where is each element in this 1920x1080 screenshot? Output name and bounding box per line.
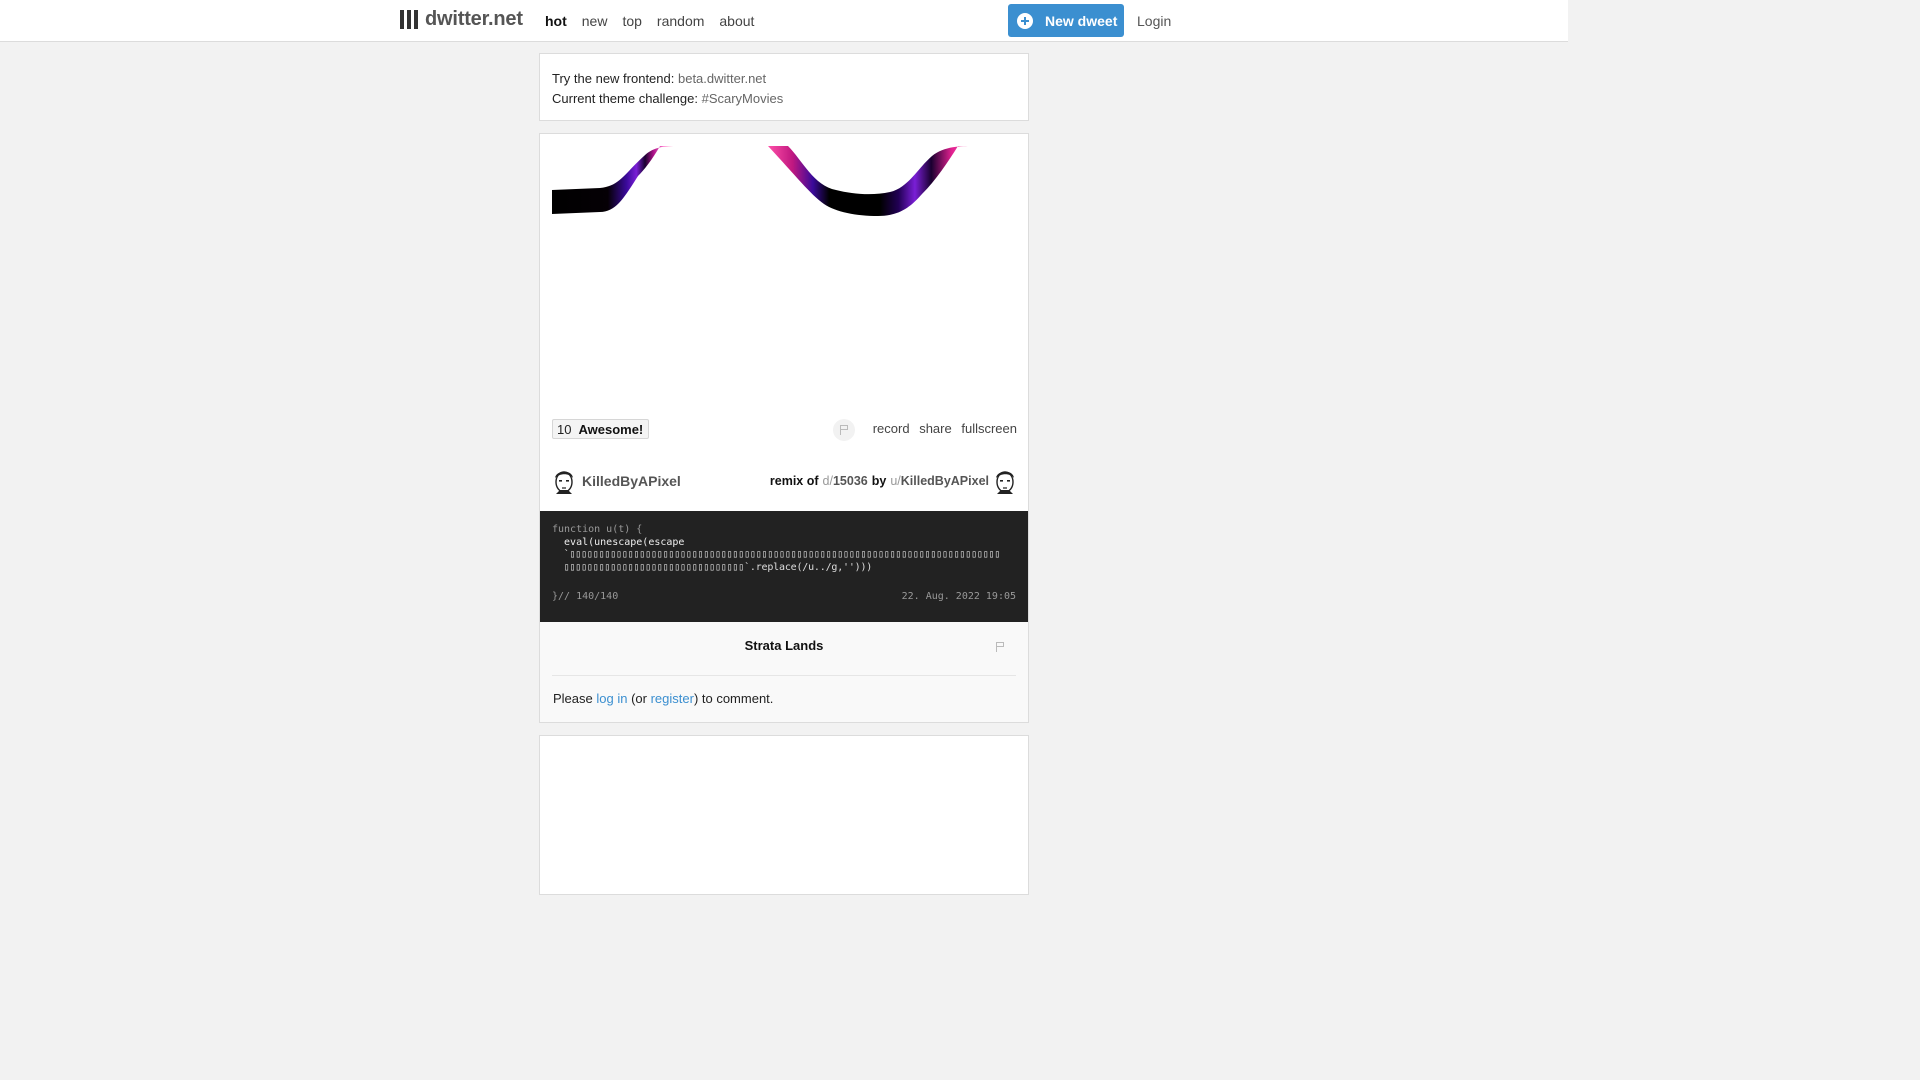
stroke-right	[768, 146, 972, 216]
comment-title: Strata Lands	[744, 638, 824, 653]
dweet-canvas-render	[552, 146, 972, 216]
theme-challenge-link[interactable]: #ScaryMovies	[702, 91, 784, 106]
frontend-notice-text: Try the new frontend:	[552, 71, 678, 86]
next-dweet-card	[539, 735, 1029, 895]
remix-label: remix of	[769, 474, 819, 488]
share-link[interactable]: share	[919, 421, 952, 436]
remix-author-avatar[interactable]	[993, 468, 1017, 494]
login-link[interactable]: Login	[1137, 13, 1171, 29]
author-avatar	[555, 471, 573, 494]
beta-frontend-link[interactable]: beta.dwitter.net	[678, 71, 766, 86]
code-line-4: ▯▯▯▯▯▯▯▯▯▯▯▯▯▯▯▯▯▯▯▯▯▯▯▯▯▯▯▯▯▯▯`.replace…	[552, 561, 873, 573]
dweet-actions: record share fullscreen	[867, 421, 1017, 436]
dweet-canvas[interactable]	[552, 146, 1017, 408]
comment-prompt: Please log in (or register) to comment.	[553, 691, 773, 706]
nav-new[interactable]: new	[582, 13, 608, 29]
comment-prompt-suffix: ) to comment.	[693, 691, 774, 706]
vote-button[interactable]: 10 Awesome!	[552, 419, 650, 439]
record-link[interactable]: record	[873, 421, 910, 436]
logo-text: dwitter.net	[425, 8, 523, 30]
login-comment-link[interactable]: log in	[596, 691, 627, 706]
remix-user-name: KilledByAPixel	[900, 474, 989, 488]
char-count: }// 140/140	[552, 591, 619, 602]
report-flag-button[interactable]	[833, 419, 855, 441]
flag-icon	[839, 425, 849, 435]
register-link[interactable]: register	[651, 691, 694, 706]
nav-about[interactable]: about	[719, 13, 754, 29]
author-row: KilledByAPixel remix of d/15036 by u/Kil…	[552, 468, 1017, 496]
new-dweet-button[interactable]: New dweet	[1008, 4, 1124, 37]
frontend-notice: Try the new frontend: beta.dwitter.net	[552, 69, 1016, 89]
main-nav: hot new top random about	[545, 13, 769, 29]
fullscreen-link[interactable]: fullscreen	[961, 421, 1017, 436]
author-name: KilledByAPixel	[582, 473, 681, 489]
code-line-3: `▯▯▯▯▯▯▯▯▯▯▯▯▯▯▯▯▯▯▯▯▯▯▯▯▯▯▯▯▯▯▯▯▯▯▯▯▯▯▯…	[552, 549, 1001, 560]
nav-top[interactable]: top	[622, 13, 641, 29]
site-logo[interactable]: dwitter.net	[400, 8, 523, 31]
plus-circle-icon	[1017, 12, 1033, 29]
code-line-1: function u(t) {	[552, 524, 643, 535]
author-link[interactable]: KilledByAPixel	[552, 468, 681, 494]
top-navbar: dwitter.net hot new top random about New…	[0, 0, 1568, 42]
code-block[interactable]: function u(t) { eval(unescape(escape `▯▯…	[540, 511, 1028, 622]
remix-info: remix of d/15036 by u/KilledByAPixel	[770, 468, 1017, 494]
comment-prompt-middle: (or	[627, 691, 651, 706]
new-dweet-label: New dweet	[1045, 12, 1118, 29]
code-line-2: eval(unescape(escape	[552, 536, 685, 548]
remix-user-link[interactable]: u/KilledByAPixel	[890, 474, 989, 488]
stroke-left	[552, 146, 676, 214]
nav-hot[interactable]: hot	[545, 13, 567, 29]
comment-divider	[552, 675, 1016, 676]
remix-dweet-id: 15036	[832, 474, 868, 488]
remix-user-prefix: u/	[890, 474, 901, 488]
logo-bars-icon	[400, 10, 418, 29]
dweet-action-bar: 10 Awesome! record share fullscreen	[552, 419, 1017, 441]
dweet-date[interactable]: 22. Aug. 2022 19:05	[902, 591, 1016, 602]
theme-challenge-notice: Current theme challenge: #ScaryMovies	[552, 89, 1016, 109]
comment-prompt-prefix: Please	[553, 691, 597, 706]
awesome-label: Awesome!	[578, 421, 644, 437]
nav-random[interactable]: random	[657, 13, 704, 29]
vote-count: 10	[557, 421, 572, 437]
dweet-card: 10 Awesome! record share fullscreen Kill…	[539, 133, 1029, 723]
comments-section: Strata Lands Please log in (or register)…	[540, 622, 1028, 722]
theme-challenge-text: Current theme challenge:	[552, 91, 702, 106]
remix-dweet-link[interactable]: d/15036	[823, 474, 868, 488]
remix-dweet-prefix: d/	[822, 474, 833, 488]
remix-by-label: by	[871, 474, 887, 488]
notice-card: Try the new frontend: beta.dwitter.net C…	[539, 53, 1029, 121]
